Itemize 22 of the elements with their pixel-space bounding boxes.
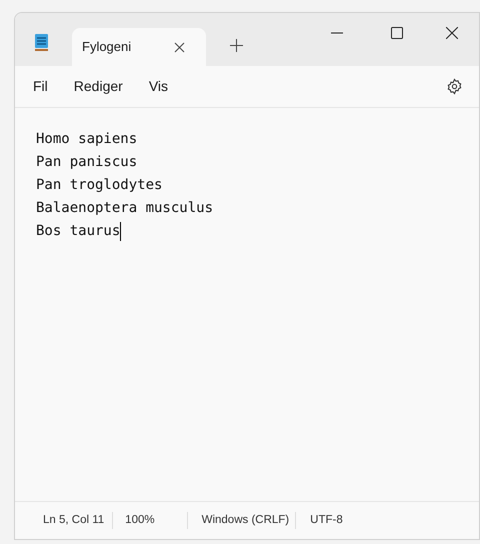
text-line: Homo sapiens: [36, 130, 138, 149]
notepad-icon: [35, 33, 48, 51]
status-item: Ln 5, Col 11: [43, 512, 114, 530]
text-line: Pan paniscus: [36, 153, 138, 172]
menu-item[interactable]: Rediger: [74, 76, 123, 97]
text-line: Balaenoptera musculus: [36, 199, 214, 218]
add-tab-icon[interactable]: [230, 39, 243, 52]
menu-item[interactable]: Vis: [148, 76, 168, 97]
close-icon[interactable]: [446, 27, 458, 39]
close-icon[interactable]: [174, 42, 185, 52]
text-line: Bos taurus: [36, 222, 120, 241]
status-item: 100%: [113, 512, 188, 530]
text-line: Pan troglodytes: [36, 176, 162, 195]
status-item: UTF-8: [309, 512, 343, 528]
status-item: Windows (CRLF): [188, 512, 296, 530]
document-tab[interactable]: Fylogeni: [72, 28, 206, 66]
maximize-icon[interactable]: [390, 27, 402, 39]
text-area[interactable]: Homo sapiens Pan paniscus Pan troglodytes Balaenoptera musculus Bos taurus: [15, 108, 479, 501]
text-cursor: [120, 222, 122, 241]
settings-icon[interactable]: [446, 78, 463, 95]
minimize-icon[interactable]: [330, 32, 342, 34]
menu-item[interactable]: Fil: [33, 76, 48, 97]
